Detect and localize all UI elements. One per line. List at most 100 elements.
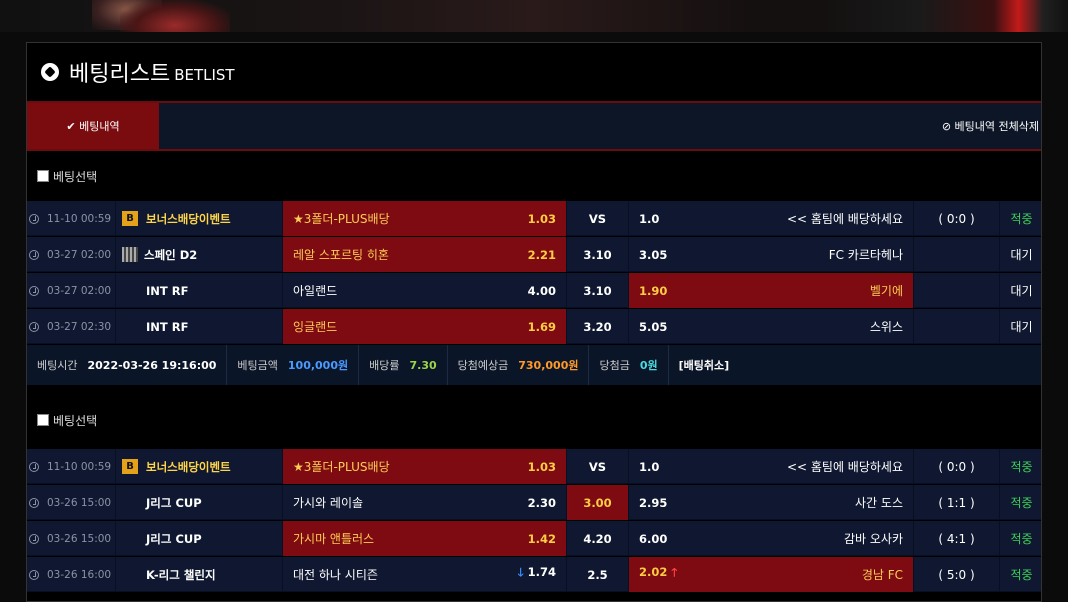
bet-row: 03-27 02:00 INT RF 아일랜드 4.00 3.10 1.90 벨기에 대기 <box>27 273 1041 308</box>
away-odds-value: 1.0 <box>639 459 660 474</box>
summary-label: 배당률 <box>369 359 400 372</box>
home-team: 대전 하나 시티즌 <box>293 568 378 582</box>
league: 스페인 D2 <box>115 237 282 272</box>
summary-item: 당첨금 0원 <box>589 345 669 385</box>
away-pick[interactable]: 2.95 사간 도스 <box>628 485 913 520</box>
home-odds: 1.69 <box>528 320 556 334</box>
league-name: INT RF <box>146 319 189 334</box>
away-team: << 홈팀에 배당하세요 <box>786 212 903 226</box>
league-name: J리그 CUP <box>146 531 202 546</box>
home-odds: 1.03 <box>528 212 556 226</box>
clock-icon <box>29 461 39 472</box>
title-english: BETLIST <box>174 66 235 84</box>
away-team: FC 카르타헤나 <box>828 248 903 262</box>
match-score: ( 0:0 ) <box>913 201 999 236</box>
home-pick[interactable]: 잉글랜드 1.69 <box>282 309 566 344</box>
match-score <box>913 309 999 344</box>
draw-pick[interactable]: 3.20 <box>566 309 628 344</box>
league: B 보너스배당이벤트 <box>115 201 282 236</box>
bet-time: 11-10 00:59 <box>27 449 115 484</box>
away-pick[interactable]: 1.0 << 홈팀에 배당하세요 <box>628 201 913 236</box>
summary-value: 7.30 <box>409 358 437 372</box>
draw-pick[interactable]: 3.00 <box>566 485 628 520</box>
clock-icon <box>29 533 39 544</box>
draw-pick[interactable]: 3.10 <box>566 237 628 272</box>
home-pick[interactable]: 가시와 레이솔 2.30 <box>282 485 566 520</box>
summary-label: 당첨금 <box>599 359 630 372</box>
draw-odds: 4.20 <box>583 531 612 546</box>
delete-all-button[interactable]: ⊘ 베팅내역 전체삭제 <box>942 103 1041 149</box>
away-pick[interactable]: 2.02 🡑 경남 FC <box>628 557 913 592</box>
summary-label: 당첨예상금 <box>457 359 509 372</box>
status-badge: 적중 <box>999 557 1041 592</box>
status-badge: 적중 <box>999 449 1041 484</box>
bet-row: 11-10 00:59 B 보너스배당이벤트 ★3폴더-PLUS배당 1.03 VS 1.0… <box>27 201 1041 236</box>
status-badge: 적중 <box>999 485 1041 520</box>
bet-time-text: 03-27 02:00 <box>47 284 112 297</box>
home-odds-value: 1.03 <box>527 211 556 226</box>
away-pick[interactable]: 1.90 벨기에 <box>628 273 913 308</box>
home-team: 레알 스포르팅 히혼 <box>293 248 389 262</box>
arrow-down-icon: 🡓 <box>517 565 524 579</box>
draw-pick[interactable]: VS <box>566 201 628 236</box>
home-odds-value: 1.69 <box>527 319 556 334</box>
slip-select[interactable]: 베팅선택 <box>27 395 97 445</box>
draw-odds: 2.5 <box>587 567 608 582</box>
away-team: 벨기에 <box>869 284 903 298</box>
bet-time: 03-26 15:00 <box>27 521 115 556</box>
away-odds: 3.05 <box>639 248 667 262</box>
draw-pick[interactable]: VS <box>566 449 628 484</box>
league-name: INT RF <box>146 283 189 298</box>
status-badge: 대기 <box>999 273 1041 308</box>
draw-pick[interactable]: 4.20 <box>566 521 628 556</box>
home-pick[interactable]: 가시마 앤틀러스 1.42 <box>282 521 566 556</box>
home-pick[interactable]: 대전 하나 시티즌 🡓 1.74 <box>282 557 566 592</box>
draw-odds: 3.00 <box>583 495 612 510</box>
away-odds-value: 6.00 <box>639 531 668 546</box>
home-odds-value: 2.30 <box>527 495 556 510</box>
away-pick[interactable]: 6.00 감바 오사카 <box>628 521 913 556</box>
bet-row: 03-27 02:30 INT RF 잉글랜드 1.69 3.20 5.05 스위스 대기 <box>27 309 1041 344</box>
home-pick[interactable]: ★3폴더-PLUS배당 1.03 <box>282 201 566 236</box>
home-pick[interactable]: 레알 스포르팅 히혼 2.21 <box>282 237 566 272</box>
home-pick[interactable]: ★3폴더-PLUS배당 1.03 <box>282 449 566 484</box>
banner-figure <box>820 0 1068 32</box>
away-odds: 1.0 <box>639 460 659 474</box>
home-team: 잉글랜드 <box>293 320 338 334</box>
home-odds: 1.42 <box>528 532 556 546</box>
status-badge: 대기 <box>999 237 1041 272</box>
home-pick[interactable]: 아일랜드 4.00 <box>282 273 566 308</box>
draw-odds: VS <box>588 211 607 226</box>
slip-select[interactable]: 베팅선택 <box>27 151 1041 201</box>
away-pick[interactable]: 5.05 스위스 <box>628 309 913 344</box>
away-team: << 홈팀에 배당하세요 <box>786 460 903 474</box>
home-odds-value: 1.03 <box>527 459 556 474</box>
tab-bet-history[interactable]: ✔ 베팅내역 <box>27 103 159 149</box>
league-name: 보너스배당이벤트 <box>146 211 231 226</box>
betlist-panel: 베팅리스트 BETLIST ✔ 베팅내역 ⊘ 베팅내역 전체삭제 베팅선택 11… <box>26 42 1042 602</box>
league: INT RF <box>115 273 282 308</box>
away-team: 감바 오사카 <box>843 532 903 546</box>
home-odds-value: 4.00 <box>527 283 556 298</box>
league: INT RF <box>115 309 282 344</box>
away-pick[interactable]: 1.0 << 홈팀에 배당하세요 <box>628 449 913 484</box>
draw-pick[interactable]: 3.10 <box>566 273 628 308</box>
away-odds: 2.95 <box>639 496 667 510</box>
match-score: ( 1:1 ) <box>913 485 999 520</box>
bonus-icon: B <box>122 459 138 474</box>
bet-time-text: 03-26 15:00 <box>47 532 112 545</box>
slip-checkbox[interactable] <box>37 414 49 426</box>
home-odds: 2.21 <box>528 248 556 262</box>
bonus-icon: B <box>122 211 138 226</box>
home-team: 가시마 앤틀러스 <box>293 532 375 546</box>
slip-checkbox[interactable] <box>37 170 49 182</box>
away-odds-value: 1.90 <box>639 283 668 298</box>
bet-time-text: 03-26 16:00 <box>47 568 112 581</box>
top-banner <box>0 0 1068 32</box>
cancel-bet-button[interactable]: [배팅취소] <box>669 345 740 385</box>
away-pick[interactable]: 3.05 FC 카르타헤나 <box>628 237 913 272</box>
bet-time: 11-10 00:59 <box>27 201 115 236</box>
away-odds-value: 3.05 <box>639 247 668 262</box>
draw-pick[interactable]: 2.5 <box>566 557 628 592</box>
home-team: ★3폴더-PLUS배당 <box>293 460 390 474</box>
